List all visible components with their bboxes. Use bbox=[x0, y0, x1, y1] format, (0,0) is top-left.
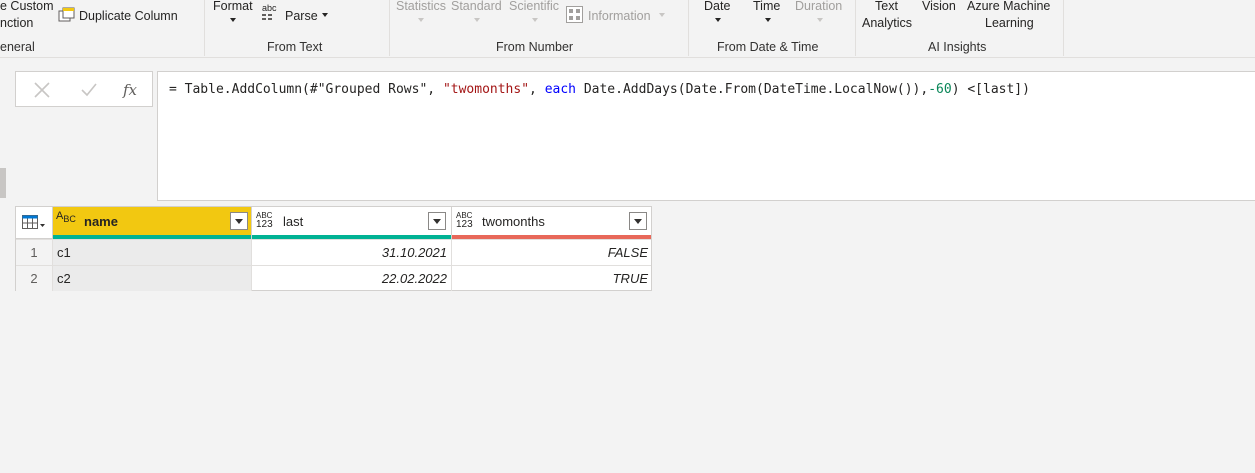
standard-button[interactable]: Standard bbox=[451, 0, 502, 14]
any-type-icon[interactable]: ABC 123 bbox=[256, 211, 273, 230]
duration-button[interactable]: Duration bbox=[795, 0, 842, 14]
statistics-button[interactable]: Statistics bbox=[396, 0, 446, 14]
formula-keyword-token: each bbox=[544, 82, 576, 97]
text-analytics-button-line1[interactable]: Text bbox=[875, 0, 898, 14]
column-header-twomonths[interactable]: ABC 123 twomonths bbox=[452, 207, 651, 239]
date-button[interactable]: Date bbox=[704, 0, 730, 14]
cell-name[interactable]: c1 bbox=[53, 240, 252, 265]
group-separator bbox=[389, 0, 390, 56]
column-header-last[interactable]: ABC 123 last bbox=[252, 207, 452, 239]
standard-dropdown-icon[interactable] bbox=[474, 18, 480, 22]
column-filter-button[interactable] bbox=[230, 212, 248, 230]
chevron-down-icon bbox=[235, 218, 243, 224]
formula-token: = Table.AddColumn(#"Grouped Rows", bbox=[169, 82, 443, 97]
row-number[interactable]: 2 bbox=[16, 266, 53, 291]
custom-function-button-line1[interactable]: e Custom bbox=[0, 0, 54, 14]
commit-formula-icon[interactable] bbox=[77, 78, 101, 102]
cell-twomonths[interactable]: FALSE bbox=[452, 240, 652, 265]
time-button[interactable]: Time bbox=[753, 0, 780, 14]
parse-dropdown-icon[interactable] bbox=[322, 13, 328, 17]
formula-number-token: -60 bbox=[928, 82, 952, 97]
group-label-ai-insights: AI Insights bbox=[928, 40, 987, 54]
duplicate-column-button[interactable]: Duplicate Column bbox=[79, 8, 178, 24]
group-separator bbox=[204, 0, 205, 56]
formula-token: , bbox=[529, 82, 545, 97]
format-button[interactable]: Format bbox=[213, 0, 253, 14]
text-type-icon[interactable]: ABC bbox=[56, 211, 76, 224]
any-type-icon[interactable]: ABC 123 bbox=[456, 211, 473, 230]
table-row[interactable]: 2 c2 22.02.2022 TRUE bbox=[16, 265, 651, 291]
type-icon-123: 123 bbox=[456, 219, 473, 230]
vision-button[interactable]: Vision bbox=[922, 0, 956, 14]
information-icon[interactable] bbox=[566, 6, 583, 23]
information-dropdown-icon[interactable] bbox=[659, 13, 665, 17]
duration-dropdown-icon[interactable] bbox=[817, 18, 823, 22]
table-menu-button[interactable] bbox=[16, 207, 53, 239]
column-label-last: last bbox=[283, 214, 304, 229]
format-dropdown-icon[interactable] bbox=[230, 18, 236, 22]
time-dropdown-icon[interactable] bbox=[765, 18, 771, 22]
column-filter-button[interactable] bbox=[629, 212, 647, 230]
table-icon bbox=[22, 215, 45, 229]
azure-ml-button-line1[interactable]: Azure Machine bbox=[967, 0, 1050, 14]
cell-last[interactable]: 22.02.2022 bbox=[252, 266, 452, 291]
formula-string-token: "twomonths" bbox=[442, 82, 530, 97]
formula-token: Date.AddDays(Date.From(DateTime.LocalNow… bbox=[576, 82, 929, 97]
queries-pane-collapsed-handle[interactable] bbox=[0, 168, 6, 198]
cell-last[interactable]: 31.10.2021 bbox=[252, 240, 452, 265]
ribbon: e Custom nction Duplicate Column eneral … bbox=[0, 0, 1255, 58]
cancel-formula-icon[interactable] bbox=[30, 78, 54, 102]
column-header-name[interactable]: ABC name bbox=[53, 207, 252, 239]
group-separator bbox=[1063, 0, 1064, 56]
date-dropdown-icon[interactable] bbox=[715, 18, 721, 22]
group-separator bbox=[855, 0, 856, 56]
type-icon-bc: BC bbox=[63, 214, 76, 224]
parse-button[interactable]: Parse bbox=[285, 8, 318, 24]
group-label-from-date-time: From Date & Time bbox=[717, 40, 819, 54]
group-separator bbox=[688, 0, 689, 56]
group-label-from-number: From Number bbox=[496, 40, 574, 54]
parse-icon-lines bbox=[262, 14, 272, 20]
azure-ml-button-line2[interactable]: Learning bbox=[985, 15, 1034, 31]
parse-icon-text: abc bbox=[262, 3, 277, 13]
group-label-general: eneral bbox=[0, 40, 35, 54]
type-icon-123: 123 bbox=[256, 219, 273, 230]
custom-function-button-line2[interactable]: nction bbox=[0, 15, 33, 31]
column-label-name: name bbox=[84, 214, 118, 229]
insert-function-icon[interactable]: fx bbox=[118, 78, 142, 102]
scientific-dropdown-icon[interactable] bbox=[532, 18, 538, 22]
row-number[interactable]: 1 bbox=[16, 240, 53, 265]
column-label-twomonths: twomonths bbox=[482, 214, 545, 229]
formula-input[interactable]: = Table.AddColumn(#"Grouped Rows", "twom… bbox=[157, 71, 1255, 201]
data-grid: ABC name ABC 123 last ABC 123 twomonths 1 … bbox=[15, 206, 652, 291]
table-row[interactable]: 1 c1 31.10.2021 FALSE bbox=[16, 239, 651, 265]
statistics-dropdown-icon[interactable] bbox=[418, 18, 424, 22]
formula-bar-controls: fx bbox=[15, 71, 153, 107]
formula-token: ) <[last]) bbox=[951, 82, 1030, 97]
cell-name[interactable]: c2 bbox=[53, 266, 252, 291]
information-button[interactable]: Information bbox=[588, 8, 651, 24]
chevron-down-icon bbox=[433, 218, 441, 224]
chevron-down-icon bbox=[634, 218, 642, 224]
cell-twomonths[interactable]: TRUE bbox=[452, 266, 652, 291]
text-analytics-button-line2[interactable]: Analytics bbox=[862, 15, 912, 31]
scientific-button[interactable]: Scientific bbox=[509, 0, 559, 14]
column-filter-button[interactable] bbox=[428, 212, 446, 230]
group-label-from-text: From Text bbox=[267, 40, 323, 54]
parse-icon[interactable]: abc bbox=[262, 4, 282, 24]
duplicate-column-icon[interactable] bbox=[58, 7, 75, 23]
